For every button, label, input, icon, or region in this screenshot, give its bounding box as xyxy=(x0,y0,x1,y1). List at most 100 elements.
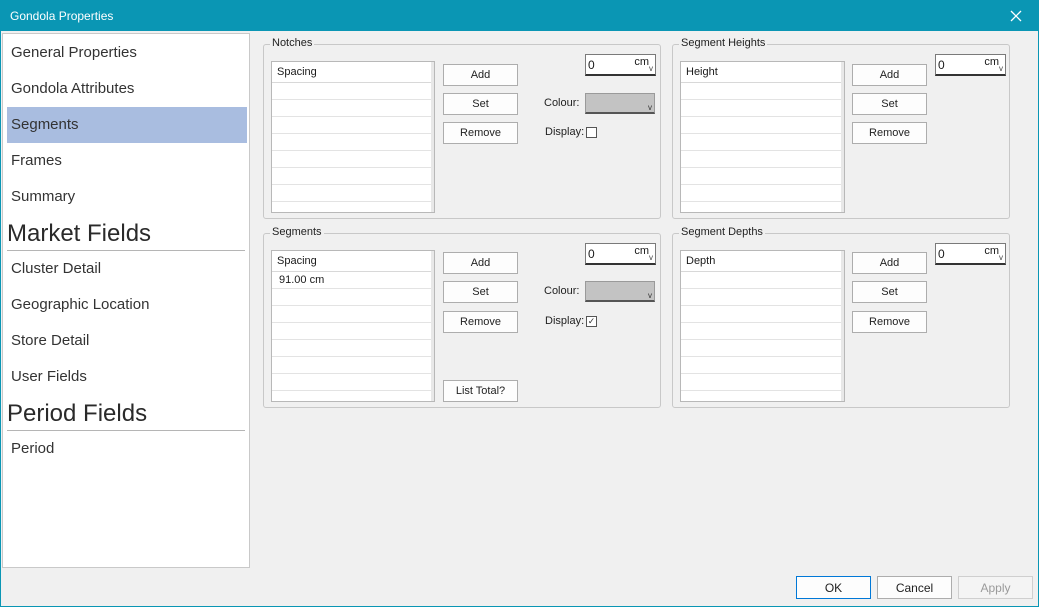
segment-heights-unit: cm xyxy=(984,56,999,68)
segment-heights-add-button[interactable]: Add xyxy=(852,64,927,86)
notches-title: Notches xyxy=(270,37,315,49)
notches-colour-label: Colour: xyxy=(544,97,580,109)
cancel-button[interactable]: Cancel xyxy=(877,576,952,599)
chevron-down-icon: v xyxy=(999,64,1003,73)
segment-heights-column-header[interactable]: Height xyxy=(681,62,841,83)
sidebar-item-store-detail[interactable]: Store Detail xyxy=(7,323,247,359)
list-item xyxy=(681,100,844,117)
segment-depths-column-header[interactable]: Depth xyxy=(681,251,841,272)
sidebar-item-user-fields[interactable]: User Fields xyxy=(7,359,247,395)
list-item xyxy=(272,83,434,100)
sidebar: General Properties Gondola Attributes Se… xyxy=(2,33,250,568)
list-item xyxy=(272,323,434,340)
notches-unit: cm xyxy=(634,56,649,68)
segments-scrollbar[interactable] xyxy=(431,251,434,401)
list-item xyxy=(272,289,434,306)
segment-heights-title: Segment Heights xyxy=(679,37,768,49)
chevron-down-icon: v xyxy=(648,103,652,112)
checkmark-icon: ✓ xyxy=(587,316,596,326)
list-item xyxy=(272,100,434,117)
segment-heights-remove-button[interactable]: Remove xyxy=(852,122,927,144)
list-item xyxy=(681,306,844,323)
segment-depths-scrollbar[interactable] xyxy=(841,251,844,401)
list-item xyxy=(272,185,434,202)
list-item xyxy=(681,185,844,202)
chevron-down-icon: v xyxy=(649,253,653,262)
notches-colour-select[interactable]: v xyxy=(585,93,655,114)
sidebar-item-cluster-detail[interactable]: Cluster Detail xyxy=(7,251,247,287)
segments-display-checkbox[interactable]: ✓ xyxy=(586,316,597,327)
notches-list[interactable]: Spacing xyxy=(271,61,435,213)
list-item xyxy=(272,168,434,185)
segments-colour-label: Colour: xyxy=(544,285,580,297)
segments-unit: cm xyxy=(634,245,649,257)
segment-depths-add-button[interactable]: Add xyxy=(852,252,927,274)
list-item xyxy=(272,357,434,374)
sidebar-item-general-properties[interactable]: General Properties xyxy=(7,35,247,71)
list-item xyxy=(681,289,844,306)
segment-depths-group: Segment Depths Depth Add Set Remove 0 cm… xyxy=(672,226,1010,408)
chevron-down-icon: v xyxy=(649,64,653,73)
apply-button[interactable]: Apply xyxy=(958,576,1033,599)
segments-list[interactable]: Spacing 91.00 cm xyxy=(271,250,435,402)
segments-title: Segments xyxy=(270,226,324,238)
notches-display-label: Display: xyxy=(545,126,585,138)
notches-display-checkbox[interactable] xyxy=(586,127,597,138)
segment-depths-unit: cm xyxy=(984,245,999,257)
segments-column-header[interactable]: Spacing xyxy=(272,251,431,272)
notches-add-button[interactable]: Add xyxy=(443,64,518,86)
sidebar-item-geographic-location[interactable]: Geographic Location xyxy=(7,287,247,323)
sidebar-item-period[interactable]: Period xyxy=(7,431,247,467)
chevron-down-icon: v xyxy=(999,253,1003,262)
segment-depths-value-input[interactable]: 0 cm v xyxy=(935,243,1006,265)
list-item xyxy=(272,151,434,168)
list-item xyxy=(681,151,844,168)
segment-depths-set-button[interactable]: Set xyxy=(852,281,927,303)
notches-remove-button[interactable]: Remove xyxy=(443,122,518,144)
segment-depths-remove-button[interactable]: Remove xyxy=(852,311,927,333)
segments-add-button[interactable]: Add xyxy=(443,252,518,274)
period-fields-heading: Period Fields xyxy=(7,400,148,427)
close-icon xyxy=(1010,10,1022,21)
list-item xyxy=(681,374,844,391)
list-item xyxy=(272,306,434,323)
list-item xyxy=(681,272,844,289)
main-panel: Notches Spacing Add Set Remove 0 cm v Co… xyxy=(251,33,1036,568)
segments-display-label: Display: xyxy=(545,315,585,327)
segments-colour-select[interactable]: v xyxy=(585,281,655,302)
segments-set-button[interactable]: Set xyxy=(443,281,518,303)
segments-list-total-button[interactable]: List Total? xyxy=(443,380,518,402)
list-item xyxy=(681,117,844,134)
segments-value-input[interactable]: 0 cm v xyxy=(585,243,656,265)
list-item xyxy=(272,117,434,134)
list-item[interactable]: 91.00 cm xyxy=(272,272,434,289)
notches-group: Notches Spacing Add Set Remove 0 cm v Co… xyxy=(263,37,661,219)
title-bar: Gondola Properties xyxy=(0,0,1039,31)
segment-heights-set-button[interactable]: Set xyxy=(852,93,927,115)
close-button[interactable] xyxy=(993,0,1039,31)
notches-column-header[interactable]: Spacing xyxy=(272,62,431,83)
segments-remove-button[interactable]: Remove xyxy=(443,311,518,333)
sidebar-item-segments[interactable]: Segments xyxy=(7,107,247,143)
segment-heights-value-input[interactable]: 0 cm v xyxy=(935,54,1006,76)
list-item xyxy=(272,340,434,357)
segment-depths-value: 0 xyxy=(938,247,945,261)
notches-value-input[interactable]: 0 cm v xyxy=(585,54,656,76)
sidebar-item-gondola-attributes[interactable]: Gondola Attributes xyxy=(7,71,247,107)
segments-group: Segments Spacing 91.00 cm Add Set Remove… xyxy=(263,226,661,408)
segment-heights-scrollbar[interactable] xyxy=(841,62,844,212)
list-item xyxy=(681,357,844,374)
ok-button[interactable]: OK xyxy=(796,576,871,599)
notches-set-button[interactable]: Set xyxy=(443,93,518,115)
segment-heights-value: 0 xyxy=(938,58,945,72)
list-item xyxy=(272,374,434,391)
segment-heights-list[interactable]: Height xyxy=(680,61,845,213)
segment-depths-list[interactable]: Depth xyxy=(680,250,845,402)
notches-scrollbar[interactable] xyxy=(431,62,434,212)
chevron-down-icon: v xyxy=(648,291,652,300)
list-item xyxy=(681,83,844,100)
list-item xyxy=(272,134,434,151)
list-item xyxy=(681,134,844,151)
sidebar-item-summary[interactable]: Summary xyxy=(7,179,247,215)
sidebar-item-frames[interactable]: Frames xyxy=(7,143,247,179)
